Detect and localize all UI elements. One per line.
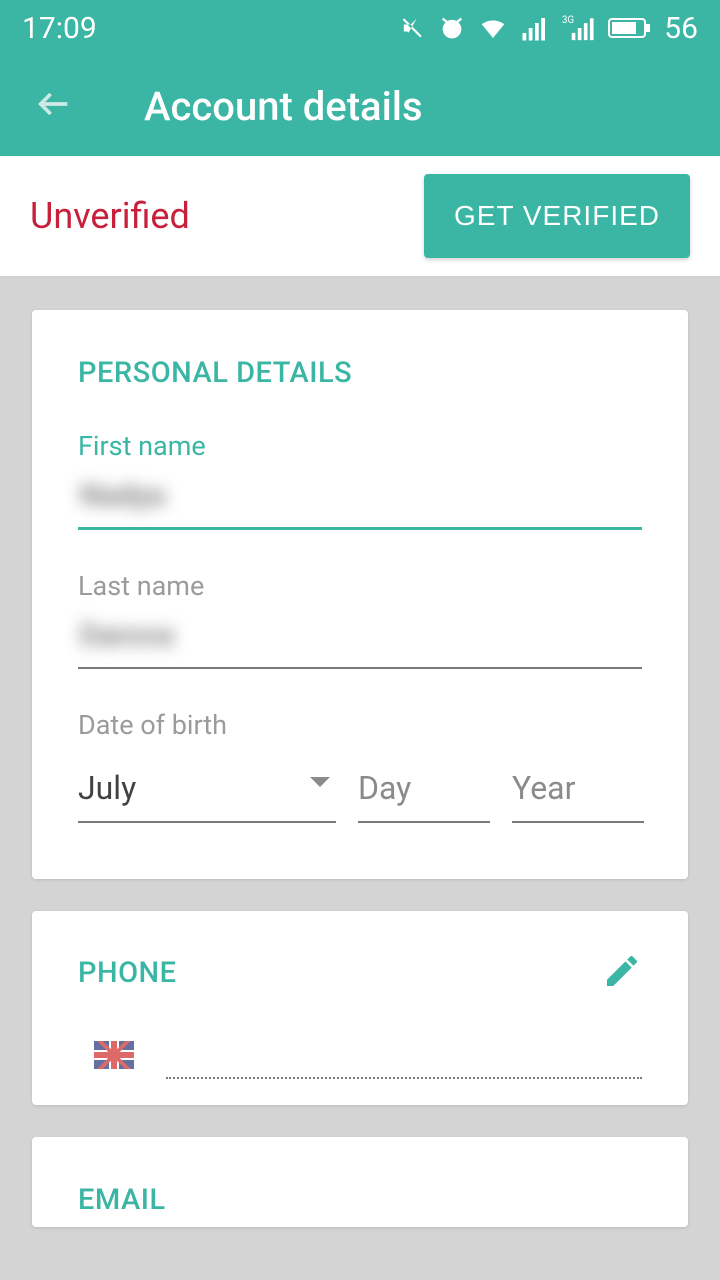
battery-level: 56 <box>664 11 698 46</box>
chevron-down-icon <box>310 777 330 787</box>
wifi-icon <box>478 13 508 43</box>
last-name-label: Last name <box>78 570 642 602</box>
get-verified-button[interactable]: GET VERIFIED <box>424 174 690 258</box>
signal-icon <box>520 13 550 43</box>
phone-input[interactable] <box>166 1043 642 1079</box>
alarm-icon <box>438 14 466 42</box>
phone-card: PHONE <box>32 911 688 1105</box>
status-bar: 17:09 3G 56 <box>0 0 720 56</box>
uk-flag-icon[interactable] <box>94 1041 134 1069</box>
status-icons: 3G 56 <box>398 11 698 46</box>
phone-input-row[interactable] <box>78 1041 642 1079</box>
dob-month-select[interactable]: July <box>78 759 336 823</box>
battery-icon <box>608 16 652 40</box>
mute-icon <box>398 14 426 42</box>
dob-year-select[interactable]: Year <box>512 759 644 823</box>
personal-details-card: PERSONAL DETAILS First name Nadya Last n… <box>32 310 688 879</box>
dob-day-placeholder: Day <box>358 759 490 823</box>
last-name-value: Darova <box>78 618 174 653</box>
last-name-field[interactable]: Last name Darova <box>78 570 642 669</box>
app-bar: Account details <box>0 56 720 156</box>
first-name-label: First name <box>78 430 642 462</box>
content-area: PERSONAL DETAILS First name Nadya Last n… <box>0 278 720 1259</box>
email-title: EMAIL <box>78 1183 642 1217</box>
personal-details-title: PERSONAL DETAILS <box>78 356 642 390</box>
edit-phone-button[interactable] <box>602 951 642 995</box>
email-card: EMAIL <box>32 1137 688 1227</box>
verification-status: Unverified <box>30 195 190 237</box>
page-title: Account details <box>144 83 423 130</box>
back-button[interactable] <box>34 84 74 128</box>
verification-banner: Unverified GET VERIFIED <box>0 156 720 278</box>
dob-month-value: July <box>78 759 336 823</box>
dob-year-placeholder: Year <box>512 759 644 823</box>
dob-label: Date of birth <box>78 709 642 741</box>
first-name-input[interactable]: Nadya <box>78 468 642 530</box>
phone-title: PHONE <box>78 956 177 990</box>
first-name-value: Nadya <box>78 478 165 513</box>
first-name-field[interactable]: First name Nadya <box>78 430 642 530</box>
signal-3g-icon: 3G <box>562 13 596 43</box>
dob-field: Date of birth July Day Year <box>78 709 642 823</box>
svg-text:3G: 3G <box>562 15 574 26</box>
status-time: 17:09 <box>22 11 97 46</box>
dob-day-select[interactable]: Day <box>358 759 490 823</box>
last-name-input[interactable]: Darova <box>78 608 642 669</box>
